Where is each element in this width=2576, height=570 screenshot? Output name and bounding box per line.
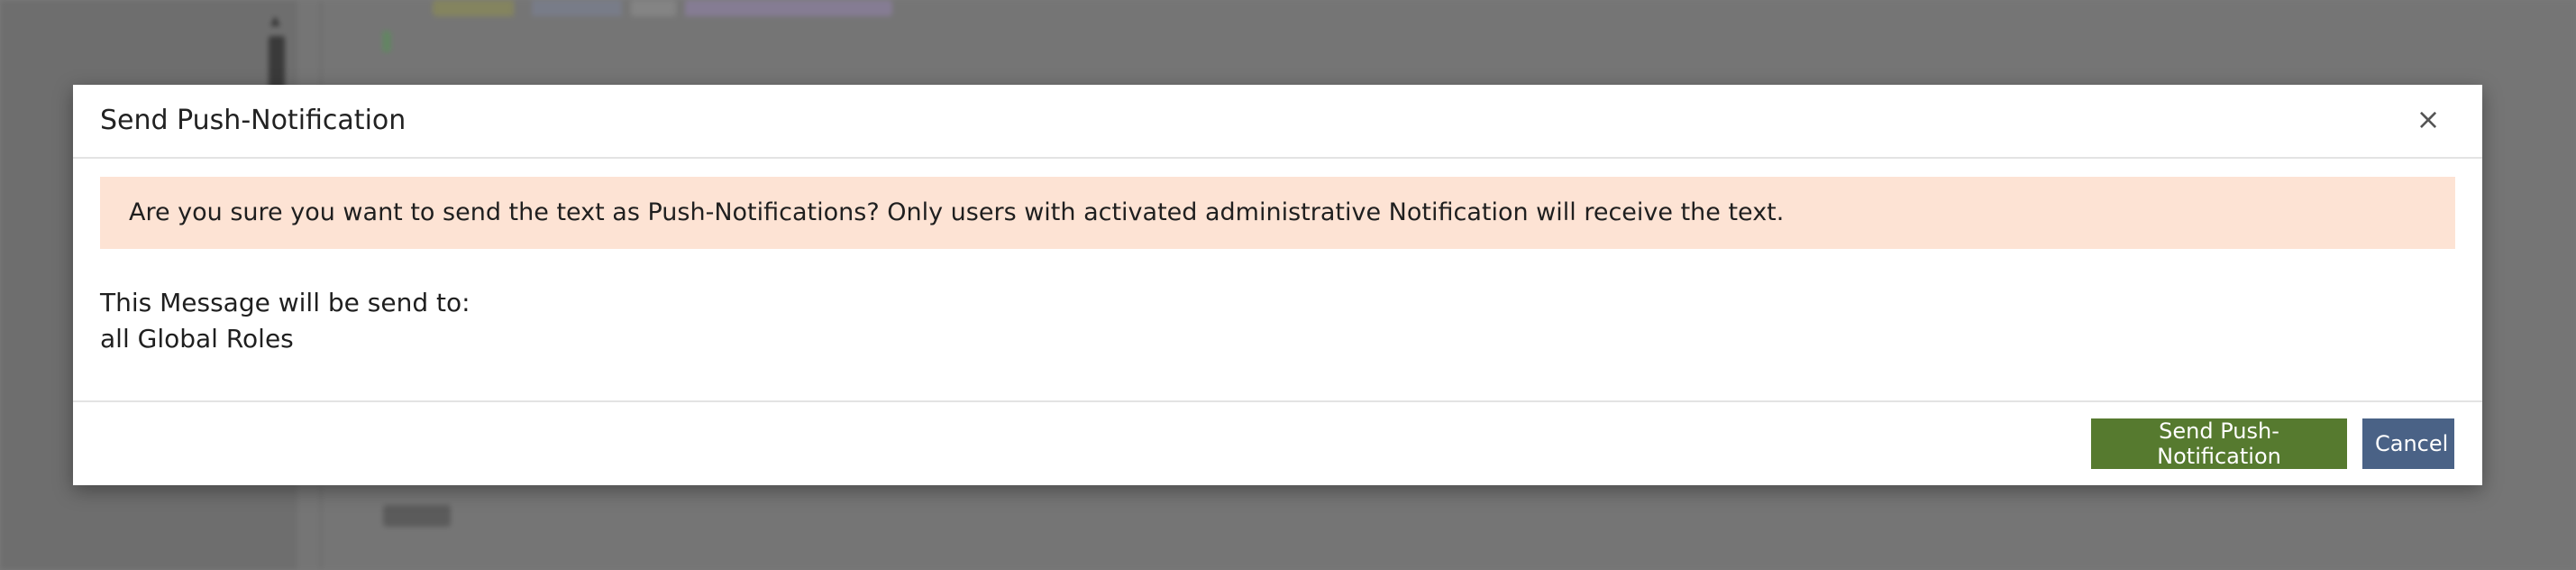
confirmation-alert: Are you sure you want to send the text a…	[100, 177, 2455, 249]
background-code-brace	[382, 31, 391, 52]
close-icon[interactable]: ×	[2410, 101, 2446, 137]
scroll-up-arrow-icon: ▲	[270, 14, 280, 28]
recipients-value: all Global Roles	[100, 324, 294, 354]
recipients-info: This Message will be send to: all Global…	[100, 285, 470, 357]
background-scrollbar-thumb	[269, 36, 285, 90]
send-push-notification-button[interactable]: Send Push-Notification	[2091, 418, 2347, 469]
dialog-title: Send Push-Notification	[100, 105, 406, 136]
cancel-button[interactable]: Cancel	[2362, 418, 2454, 469]
dialog-footer: Send Push-Notification Cancel	[73, 400, 2482, 485]
background-text	[383, 505, 451, 527]
send-push-notification-dialog: Send Push-Notification × Are you sure yo…	[73, 85, 2482, 485]
dialog-header: Send Push-Notification ×	[73, 85, 2482, 159]
recipients-label: This Message will be send to:	[100, 288, 470, 317]
background-code-line	[433, 0, 892, 16]
